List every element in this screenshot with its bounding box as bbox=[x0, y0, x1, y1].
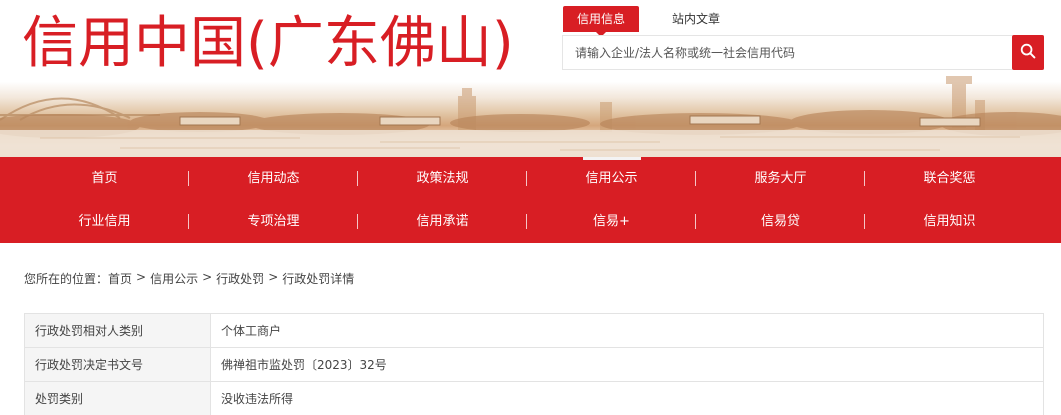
search-box bbox=[562, 35, 1044, 70]
breadcrumb-prefix: 您所在的位置： bbox=[24, 272, 109, 286]
search-button[interactable] bbox=[1012, 35, 1044, 70]
nav-item-joint-rewards[interactable]: 联合奖惩 bbox=[865, 157, 1034, 200]
search-tab-credit-info[interactable]: 信用信息 bbox=[563, 6, 639, 37]
field-value: 没收违法所得 bbox=[210, 381, 1044, 415]
table-row: 行政处罚决定书文号 佛禅祖市监处罚〔2023〕32号 bbox=[24, 347, 1044, 382]
nav-item-policies[interactable]: 政策法规 bbox=[358, 157, 527, 200]
main-navigation: 首页 信用动态 政策法规 信用公示 服务大厅 联合奖惩 行业信用 专项治理 信用… bbox=[0, 157, 1061, 243]
penalty-detail-table: 行政处罚相对人类别 个体工商户 行政处罚决定书文号 佛禅祖市监处罚〔2023〕3… bbox=[24, 313, 1044, 415]
nav-item-credit-disclosure[interactable]: 信用公示 bbox=[527, 157, 696, 200]
search-input[interactable] bbox=[563, 36, 1013, 69]
breadcrumb-current: 行政处罚详情 bbox=[282, 272, 355, 286]
table-row: 行政处罚相对人类别 个体工商户 bbox=[24, 313, 1044, 348]
nav-item-credit-commitment[interactable]: 信用承诺 bbox=[358, 200, 527, 243]
nav-item-xinyi-loan[interactable]: 信易贷 bbox=[696, 200, 865, 243]
nav-row-1: 首页 信用动态 政策法规 信用公示 服务大厅 联合奖惩 bbox=[20, 157, 1060, 200]
header-banner: 信用中国(广东佛山) 信用信息 站内文章 bbox=[0, 0, 1061, 157]
table-row: 处罚类别 没收违法所得 bbox=[24, 381, 1044, 415]
nav-item-home[interactable]: 首页 bbox=[20, 157, 189, 200]
breadcrumb: 您所在的位置： 首页 > 信用公示 > 行政处罚 > 行政处罚详情 bbox=[24, 270, 354, 287]
nav-item-special-governance[interactable]: 专项治理 bbox=[189, 200, 358, 243]
nav-item-credit-news[interactable]: 信用动态 bbox=[189, 157, 358, 200]
field-value: 个体工商户 bbox=[210, 313, 1044, 348]
nav-item-service-hall[interactable]: 服务大厅 bbox=[696, 157, 865, 200]
field-label: 处罚类别 bbox=[24, 381, 211, 415]
nav-row-2: 行业信用 专项治理 信用承诺 信易+ 信易贷 信用知识 bbox=[20, 200, 1060, 243]
search-icon bbox=[1020, 43, 1036, 63]
breadcrumb-separator: > bbox=[136, 270, 147, 284]
breadcrumb-home[interactable]: 首页 bbox=[108, 270, 132, 287]
search-tabs: 信用信息 站内文章 bbox=[563, 6, 720, 37]
field-value: 佛禅祖市监处罚〔2023〕32号 bbox=[210, 347, 1044, 382]
breadcrumb-separator: > bbox=[268, 270, 279, 284]
nav-item-industry-credit[interactable]: 行业信用 bbox=[20, 200, 189, 243]
breadcrumb-credit-disclosure[interactable]: 信用公示 bbox=[150, 270, 198, 287]
breadcrumb-admin-penalty[interactable]: 行政处罚 bbox=[216, 270, 264, 287]
nav-item-xinyi-plus[interactable]: 信易+ bbox=[527, 200, 696, 243]
site-title: 信用中国(广东佛山) bbox=[22, 11, 514, 76]
breadcrumb-separator: > bbox=[202, 270, 213, 284]
nav-item-credit-knowledge[interactable]: 信用知识 bbox=[865, 200, 1034, 243]
field-label: 行政处罚决定书文号 bbox=[24, 347, 211, 382]
search-tab-site-articles[interactable]: 站内文章 bbox=[672, 6, 720, 32]
field-label: 行政处罚相对人类别 bbox=[24, 313, 211, 348]
